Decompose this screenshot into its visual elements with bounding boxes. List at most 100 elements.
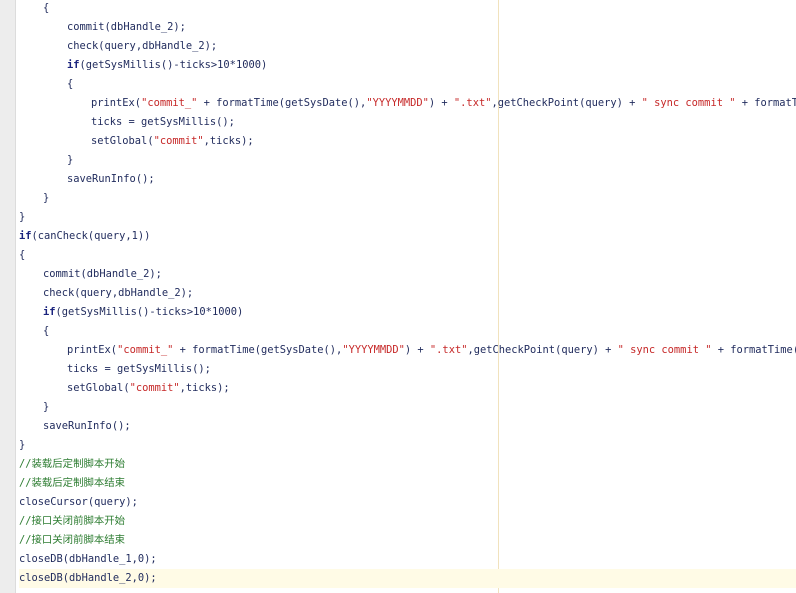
- code-line[interactable]: closeCursor(query);: [19, 493, 796, 512]
- code-line[interactable]: }: [19, 151, 796, 170]
- code-token: ticks =: [67, 363, 118, 375]
- editor-gutter: [0, 0, 16, 593]
- code-token: ();: [135, 173, 155, 185]
- code-line[interactable]: saveRunInfo();: [19, 170, 796, 189]
- code-line[interactable]: if(canCheck(query,1)): [19, 227, 796, 246]
- code-line[interactable]: }: [19, 398, 796, 417]
- code-line[interactable]: commit(dbHandle_2);: [19, 18, 796, 37]
- code-token: formatTime: [216, 97, 279, 109]
- code-token: getSysMillis: [61, 306, 137, 318]
- code-token: ) +: [428, 97, 454, 109]
- code-token: " sync commit ": [641, 97, 736, 109]
- code-token: "YYYYMMDD": [366, 97, 429, 109]
- code-token: 10*1000: [193, 306, 237, 318]
- code-token: getSysDate: [260, 344, 324, 356]
- code-token: ,ticks);: [203, 135, 254, 147]
- code-token: );: [144, 572, 157, 584]
- code-token: formatTime: [192, 344, 255, 356]
- code-line[interactable]: {: [19, 75, 796, 94]
- code-line[interactable]: printEx("commit_" + formatTime(getSysDat…: [19, 94, 796, 113]
- code-token: printEx: [91, 97, 135, 109]
- code-token: closeDB: [19, 553, 63, 565]
- code-token: saveRunInfo: [43, 420, 112, 432]
- code-token: }: [43, 401, 50, 413]
- code-token: closeDB: [19, 572, 63, 584]
- code-token: {: [67, 78, 74, 90]
- code-token: (query);: [87, 496, 138, 508]
- code-token: (query,dbHandle_2);: [98, 40, 218, 52]
- code-token: //接口关闭前脚本结束: [19, 534, 126, 546]
- code-line[interactable]: printEx("commit_" + formatTime(getSysDat…: [19, 341, 796, 360]
- code-line[interactable]: ticks = getSysMillis();: [19, 360, 796, 379]
- code-token: ): [260, 59, 268, 71]
- code-token: getSysMillis: [117, 363, 193, 375]
- code-line[interactable]: check(query,dbHandle_2);: [19, 284, 796, 303]
- code-token: +: [197, 97, 217, 109]
- code-token: ()-ticks>: [136, 306, 194, 318]
- code-line[interactable]: //接口关闭前脚本结束: [19, 531, 796, 550]
- code-token: //接口关闭前脚本开始: [19, 515, 126, 527]
- code-line[interactable]: }: [19, 436, 796, 455]
- code-line[interactable]: {: [19, 246, 796, 265]
- code-line[interactable]: commit(dbHandle_2);: [19, 265, 796, 284]
- code-token: formatTime: [730, 344, 793, 356]
- code-editor[interactable]: {commit(dbHandle_2); check(query,dbHandle…: [19, 0, 796, 593]
- code-token: {: [43, 325, 50, 337]
- code-token: }: [67, 154, 74, 166]
- code-token: (query) +: [555, 344, 618, 356]
- code-token: "commit_": [141, 97, 198, 109]
- code-token: }: [19, 439, 26, 451]
- code-token: //装载后定制脚本结束: [19, 477, 126, 489]
- code-line[interactable]: if(getSysMillis()-ticks>10*1000): [19, 56, 796, 75]
- code-line[interactable]: check(query,dbHandle_2);: [19, 37, 796, 56]
- code-token: getSysMillis: [141, 116, 217, 128]
- code-token: formatTime: [754, 97, 796, 109]
- code-token: )): [137, 230, 151, 242]
- code-token: closeCursor: [19, 496, 88, 508]
- code-token: ();: [111, 420, 131, 432]
- code-line[interactable]: }: [19, 208, 796, 227]
- code-token: ticks =: [91, 116, 142, 128]
- code-line[interactable]: //装载后定制脚本结束: [19, 474, 796, 493]
- code-token: ".txt": [429, 344, 468, 356]
- code-line[interactable]: setGlobal("commit",ticks);: [19, 132, 796, 151]
- code-token: ()-ticks>: [160, 59, 218, 71]
- code-token: setGlobal: [67, 382, 124, 394]
- code-token: saveRunInfo: [67, 173, 136, 185]
- code-line[interactable]: }: [19, 189, 796, 208]
- code-token: "commit": [153, 135, 204, 147]
- code-token: (dbHandle_1,: [62, 553, 138, 565]
- code-token: +: [711, 344, 731, 356]
- code-token: printEx: [67, 344, 111, 356]
- code-token: if: [19, 230, 32, 242]
- code-line[interactable]: closeDB(dbHandle_1,0);: [19, 550, 796, 569]
- code-token: check: [43, 287, 75, 299]
- code-token: ();: [192, 363, 211, 375]
- code-token: ();: [216, 116, 235, 128]
- code-line[interactable]: {: [19, 0, 796, 18]
- code-token: (dbHandle_2,: [62, 572, 138, 584]
- code-line[interactable]: saveRunInfo();: [19, 417, 796, 436]
- code-token: }: [19, 211, 26, 223]
- code-token: }: [43, 192, 50, 204]
- code-line[interactable]: ticks = getSysMillis();: [19, 113, 796, 132]
- code-line[interactable]: if(getSysMillis()-ticks>10*1000): [19, 303, 796, 322]
- code-token: if: [43, 306, 56, 318]
- code-token: getCheckPoint: [473, 344, 556, 356]
- code-token: (query) +: [579, 97, 642, 109]
- code-token: ,ticks);: [179, 382, 230, 394]
- code-token: commit: [43, 268, 81, 280]
- code-token: (query,: [87, 230, 132, 242]
- code-token: "YYYYMMDD": [342, 344, 405, 356]
- code-token: "commit_": [117, 344, 174, 356]
- code-line[interactable]: //装载后定制脚本开始: [19, 455, 796, 474]
- code-token: commit: [67, 21, 105, 33]
- code-line[interactable]: setGlobal("commit",ticks);: [19, 379, 796, 398]
- code-token: (),: [347, 97, 367, 109]
- code-line[interactable]: //接口关闭前脚本开始: [19, 512, 796, 531]
- code-token: "commit": [129, 382, 180, 394]
- code-token: getSysDate: [284, 97, 348, 109]
- code-line[interactable]: {: [19, 322, 796, 341]
- code-token: (),: [323, 344, 343, 356]
- code-line-current[interactable]: closeDB(dbHandle_2,0);: [19, 569, 796, 588]
